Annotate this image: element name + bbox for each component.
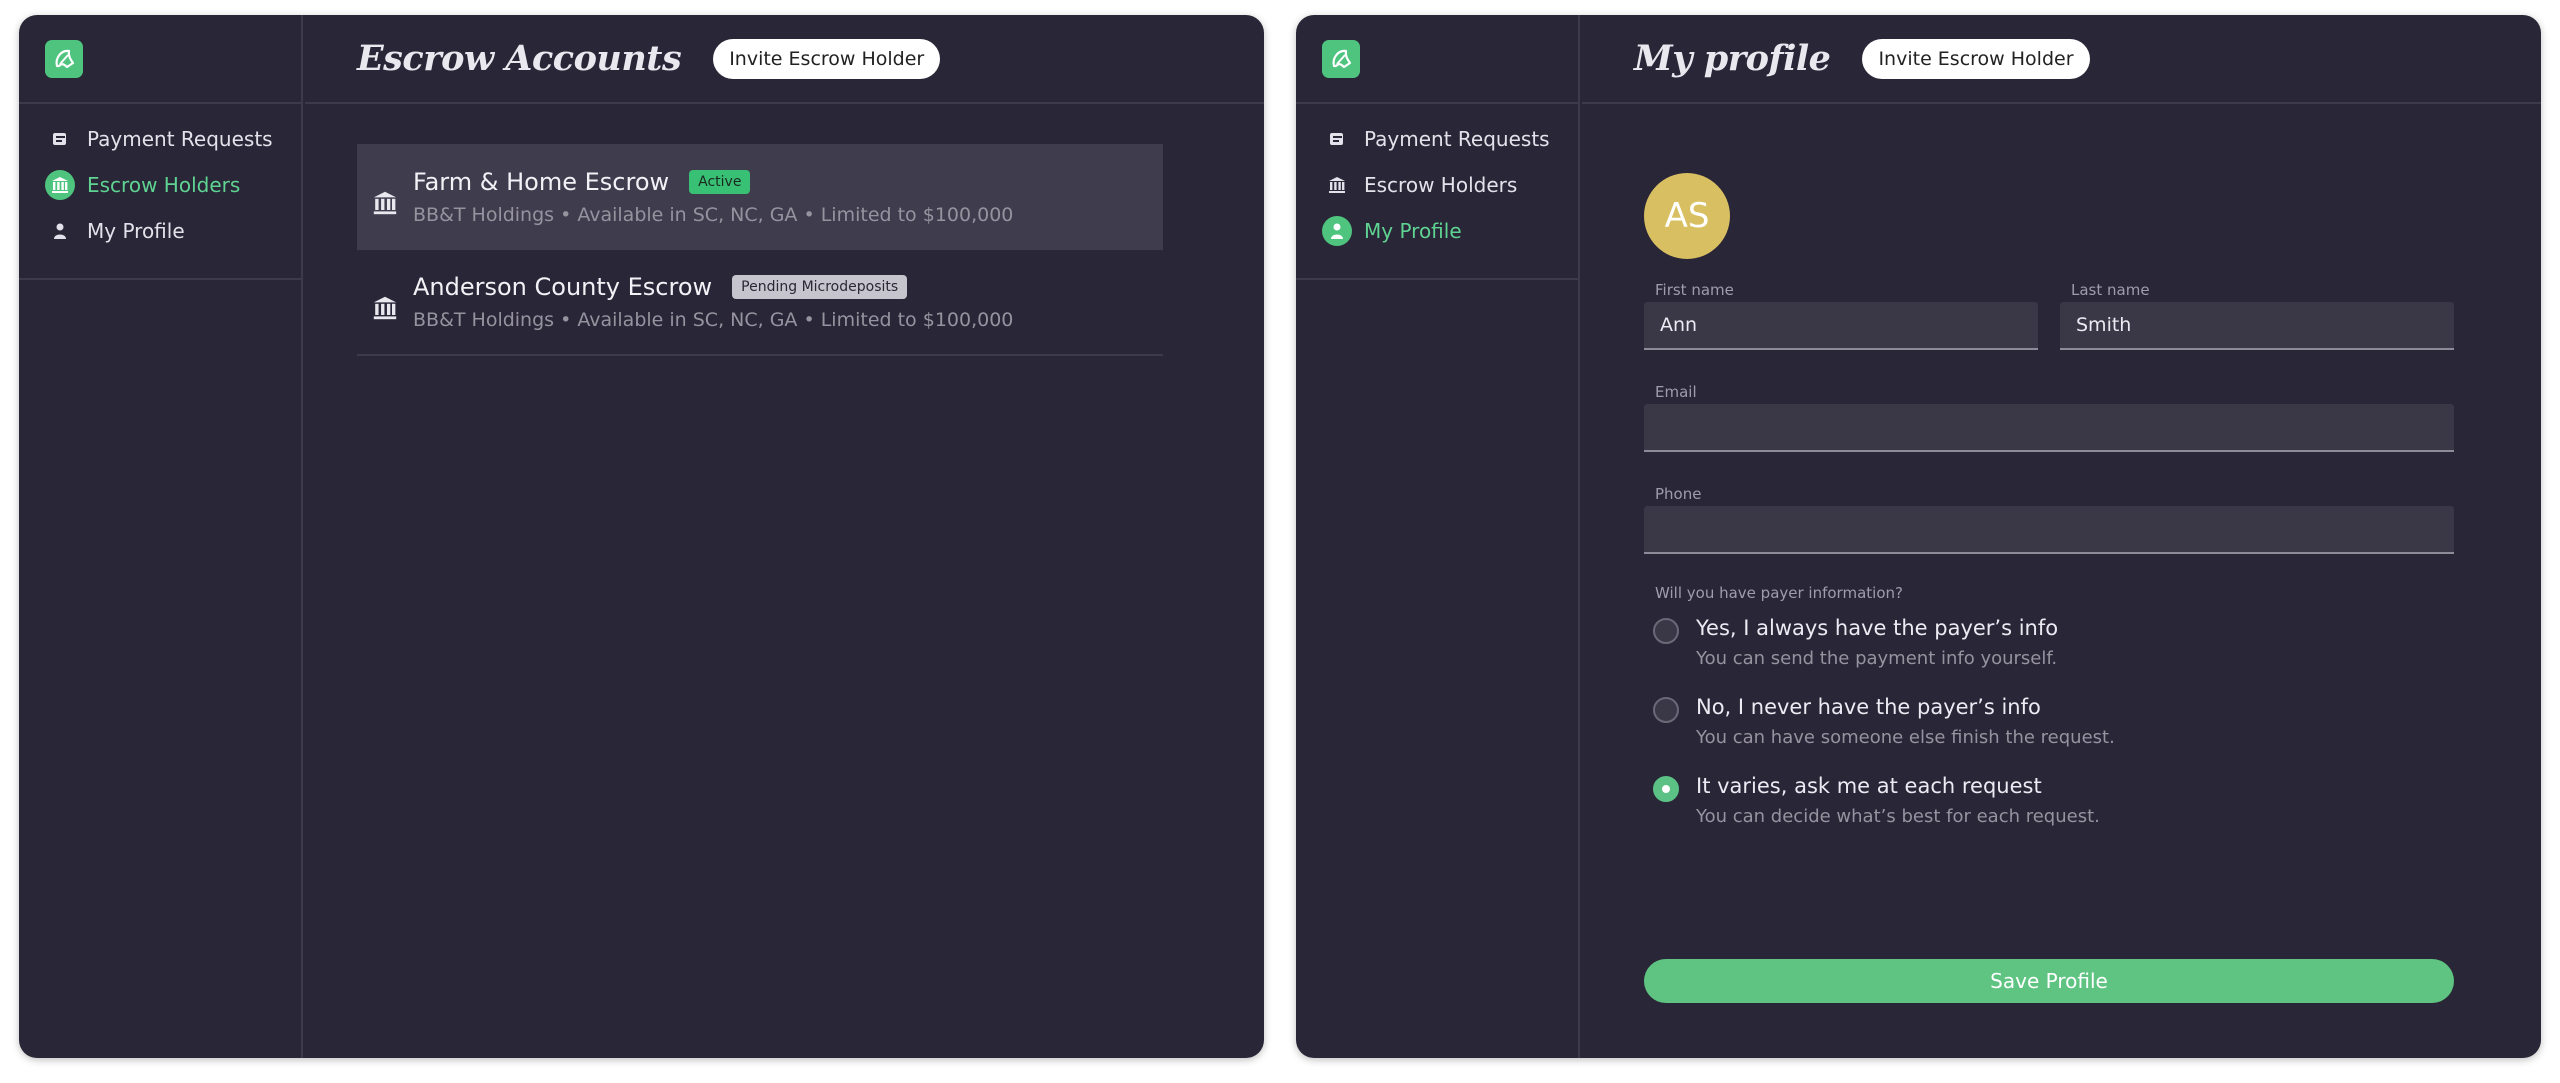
- account-name: Farm & Home Escrow: [413, 168, 670, 196]
- sidebar: Payment Requests Escrow Holders My Profi…: [19, 15, 303, 1058]
- first-name-label: First name: [1655, 281, 1734, 299]
- payer-question-label: Will you have payer information?: [1655, 584, 1903, 602]
- person-icon: [45, 216, 75, 246]
- bank-icon: [45, 170, 75, 200]
- sidebar: Payment Requests Escrow Holders My Profi…: [1296, 15, 1580, 1058]
- account-name: Anderson County Escrow: [413, 273, 713, 301]
- payment-requests-icon: [1322, 124, 1352, 154]
- payer-option-varies[interactable]: It varies, ask me at each request You ca…: [1644, 774, 2454, 827]
- profile-form: AS First name Last name Email Phone: [1644, 173, 2454, 1003]
- app-logo-icon[interactable]: [1322, 40, 1360, 78]
- status-badge: Active: [689, 170, 751, 194]
- page-header: Escrow Accounts Invite Escrow Holder: [305, 15, 1264, 104]
- sidebar-item-my-profile[interactable]: My Profile: [19, 208, 301, 254]
- radio-text: Yes, I always have the payer’s info You …: [1696, 616, 2058, 669]
- invite-escrow-holder-button[interactable]: Invite Escrow Holder: [713, 38, 941, 79]
- status-badge: Pending Microdeposits: [732, 275, 908, 299]
- sidebar-nav: Payment Requests Escrow Holders My Profi…: [19, 104, 301, 280]
- list-item[interactable]: Anderson County Escrow Pending Microdepo…: [357, 250, 1163, 356]
- save-profile-button[interactable]: Save Profile: [1644, 959, 2454, 1003]
- bank-icon: [357, 189, 413, 217]
- sidebar-item-label: My Profile: [1364, 219, 1462, 243]
- sidebar-item-payment-requests[interactable]: Payment Requests: [1296, 116, 1578, 162]
- name-row: First name Last name: [1644, 278, 2454, 350]
- radio-subtitle: You can have someone else finish the req…: [1696, 727, 2115, 748]
- avatar[interactable]: AS: [1644, 173, 1730, 259]
- account-text: Anderson County Escrow Pending Microdepo…: [413, 273, 1013, 331]
- page-title: Escrow Accounts: [357, 38, 682, 79]
- radio-subtitle: You can send the payment info yourself.: [1696, 648, 2058, 669]
- invite-escrow-holder-button[interactable]: Invite Escrow Holder: [1862, 38, 2090, 79]
- sidebar-item-label: Escrow Holders: [87, 173, 241, 197]
- sidebar-item-label: Payment Requests: [1364, 127, 1550, 151]
- sidebar-nav: Payment Requests Escrow Holders My Profi…: [1296, 104, 1578, 280]
- list-item[interactable]: Farm & Home Escrow Active BB&T Holdings …: [357, 144, 1163, 250]
- person-icon: [1322, 216, 1352, 246]
- radio-text: No, I never have the payer’s info You ca…: [1696, 695, 2115, 748]
- logo-row: [1296, 15, 1578, 104]
- radio-button[interactable]: [1653, 697, 1679, 723]
- sidebar-item-label: My Profile: [87, 219, 185, 243]
- sidebar-item-my-profile[interactable]: My Profile: [1296, 208, 1578, 254]
- radio-button-checked[interactable]: [1653, 776, 1679, 802]
- email-label: Email: [1655, 383, 1697, 401]
- sidebar-item-payment-requests[interactable]: Payment Requests: [19, 116, 301, 162]
- account-details: BB&T Holdings • Available in SC, NC, GA …: [413, 204, 1014, 226]
- phone-field[interactable]: [1644, 506, 2454, 554]
- main-content: My profile Invite Escrow Holder AS First…: [1582, 15, 2541, 1058]
- phone-label: Phone: [1655, 485, 1702, 503]
- first-name-field[interactable]: [1644, 302, 2038, 350]
- sidebar-item-escrow-holders[interactable]: Escrow Holders: [1296, 162, 1578, 208]
- last-name-field[interactable]: [2060, 302, 2454, 350]
- first-name-group: First name: [1644, 278, 2038, 350]
- bank-icon: [357, 294, 413, 322]
- bank-icon: [1322, 170, 1352, 200]
- radio-title: Yes, I always have the payer’s info: [1696, 616, 2059, 640]
- account-details: BB&T Holdings • Available in SC, NC, GA …: [413, 309, 1014, 331]
- account-text: Farm & Home Escrow Active BB&T Holdings …: [413, 168, 1013, 226]
- radio-title: It varies, ask me at each request: [1696, 774, 2042, 798]
- last-name-label: Last name: [2071, 281, 2150, 299]
- account-title-line: Anderson County Escrow Pending Microdepo…: [413, 273, 1013, 301]
- escrow-accounts-list: Farm & Home Escrow Active BB&T Holdings …: [357, 144, 1163, 356]
- page-header: My profile Invite Escrow Holder: [1582, 15, 2541, 104]
- account-title-line: Farm & Home Escrow Active: [413, 168, 1013, 196]
- my-profile-window: Payment Requests Escrow Holders My Profi…: [1296, 15, 2541, 1058]
- radio-button[interactable]: [1653, 618, 1679, 644]
- email-field[interactable]: [1644, 404, 2454, 452]
- sidebar-item-label: Escrow Holders: [1364, 173, 1518, 197]
- phone-group: Phone: [1644, 482, 2454, 554]
- escrow-accounts-window: Payment Requests Escrow Holders My Profi…: [19, 15, 1264, 1058]
- sidebar-item-label: Payment Requests: [87, 127, 273, 151]
- email-group: Email: [1644, 380, 2454, 452]
- page-title: My profile: [1634, 38, 1831, 79]
- last-name-group: Last name: [2060, 278, 2454, 350]
- sidebar-item-escrow-holders[interactable]: Escrow Holders: [19, 162, 301, 208]
- payment-requests-icon: [45, 124, 75, 154]
- radio-text: It varies, ask me at each request You ca…: [1696, 774, 2100, 827]
- payer-option-no[interactable]: No, I never have the payer’s info You ca…: [1644, 695, 2454, 748]
- payer-option-yes[interactable]: Yes, I always have the payer’s info You …: [1644, 616, 2454, 669]
- logo-row: [19, 15, 301, 104]
- app-logo-icon[interactable]: [45, 40, 83, 78]
- radio-title: No, I never have the payer’s info: [1696, 695, 2041, 719]
- radio-subtitle: You can decide what’s best for each requ…: [1696, 806, 2100, 827]
- main-content: Escrow Accounts Invite Escrow Holder Far…: [305, 15, 1264, 1058]
